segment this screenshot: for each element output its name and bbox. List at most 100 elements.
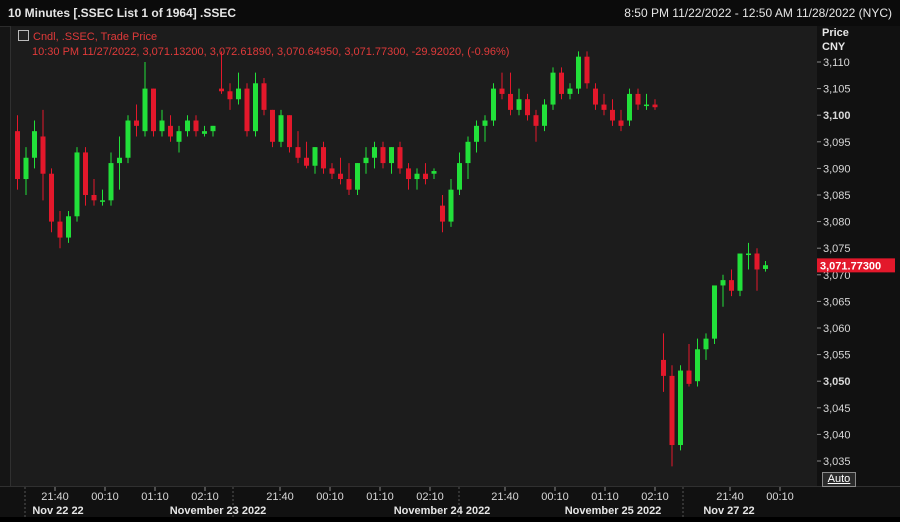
x-time-label: 02:10 [191, 491, 219, 503]
candle [100, 189, 105, 206]
candle [168, 115, 173, 142]
candle-body [159, 120, 165, 132]
candle [108, 152, 114, 206]
candle-body [253, 83, 258, 132]
candle [431, 168, 437, 180]
candle-body [321, 147, 326, 169]
price-axis-header: Price CNY [822, 26, 849, 54]
time-range[interactable]: 8:50 PM 11/22/2022 - 12:50 AM 11/28/2022… [624, 6, 892, 20]
candle [508, 72, 513, 116]
candle [754, 248, 760, 291]
candle-body [372, 147, 377, 158]
candle [678, 365, 683, 451]
candle [15, 115, 20, 190]
candle [533, 109, 539, 142]
candle [295, 131, 301, 164]
time-axis-ticks: 21:40 00:10 01:10 02:10 21:40 00:10 01:10 02:10… [24, 487, 794, 517]
candle-body [134, 120, 139, 126]
y-tick-label: 3,095 [823, 137, 851, 149]
candle [185, 115, 190, 137]
price-axis-title: Price [822, 27, 849, 39]
candle-body [635, 93, 641, 105]
candle-body [533, 115, 539, 126]
candle [372, 141, 377, 169]
candle-body [482, 120, 488, 126]
candle [763, 260, 768, 272]
candle-body [185, 120, 190, 132]
candle-body [355, 163, 360, 190]
plot-area[interactable] [10, 26, 818, 486]
candle [644, 93, 649, 110]
candle-body [695, 349, 700, 382]
candle [593, 83, 598, 110]
candle [440, 195, 445, 233]
y-tick-label: 3,040 [823, 429, 851, 441]
y-tick-label: 3,045 [823, 403, 851, 415]
x-time-label: 21:40 [716, 491, 744, 503]
candle-body [287, 115, 292, 148]
candle [236, 72, 241, 105]
candle [321, 141, 326, 174]
candle [74, 147, 80, 222]
candle [363, 147, 369, 174]
candle-body [295, 147, 301, 158]
candle-body [278, 115, 284, 142]
candle [389, 147, 394, 174]
candle-body [202, 131, 207, 134]
candle-body [261, 83, 267, 110]
y-tick-label: 3,050 [823, 376, 851, 388]
candle [278, 109, 284, 148]
candle-body [661, 359, 666, 376]
candle-body [83, 152, 88, 195]
x-time-label: 21:40 [41, 491, 69, 503]
legend-swatch-icon[interactable] [18, 30, 29, 41]
candle-body [678, 370, 683, 446]
x-time-label: 00:10 [766, 491, 794, 503]
x-date-label: November 23 2022 [170, 505, 267, 517]
candle [661, 333, 666, 392]
candle-body [610, 109, 615, 121]
candle-body [763, 265, 768, 269]
candle-body [363, 157, 369, 164]
candle [669, 365, 675, 467]
x-time-label: 01:10 [591, 491, 619, 503]
x-date-label: Nov 22 22 [32, 505, 83, 517]
candle [499, 72, 505, 100]
candle-body [227, 91, 233, 100]
candle [703, 333, 709, 360]
y-tick-label: 3,060 [823, 323, 851, 335]
chart-title: 10 Minutes [.SSEC List 1 of 1964] .SSEC [8, 6, 237, 20]
candle [117, 136, 122, 190]
candlestick-chart[interactable] [11, 26, 817, 486]
price-axis-ticks: 3,0353,0403,0453,0503,0553,0603,0653,070… [817, 57, 895, 468]
candle [635, 88, 641, 110]
candle-body [406, 168, 411, 180]
candle-body [338, 173, 343, 180]
candle-body [601, 104, 607, 110]
candle [253, 72, 258, 137]
candle-body [91, 195, 97, 201]
candle [125, 115, 131, 164]
last-price-label: 3,071.77300 [820, 260, 881, 272]
candle-body [669, 375, 675, 446]
candle [627, 88, 632, 126]
candle-body [380, 147, 386, 164]
candle [525, 93, 530, 121]
candle [559, 67, 564, 100]
candle [176, 125, 182, 153]
candle [601, 93, 607, 116]
candle-body [474, 125, 479, 142]
candle-body [74, 152, 80, 217]
candle-body [142, 88, 148, 132]
candle-body [703, 338, 709, 350]
candle [244, 83, 250, 137]
candle [40, 109, 46, 201]
candle [457, 152, 462, 195]
candle-body [346, 179, 352, 190]
price-axis[interactable]: Price CNY 3,035 3,040 3,045 3,050 3,055 3,060… [817, 26, 900, 486]
time-axis[interactable]: 21:40 00:10 01:10 02:10 21:40 00:10 01:10 02:10… [0, 486, 900, 517]
candle-body [448, 189, 454, 222]
auto-scale-button[interactable]: Auto [822, 472, 856, 487]
x-time-label: 21:40 [491, 491, 519, 503]
candle-body [525, 99, 530, 116]
